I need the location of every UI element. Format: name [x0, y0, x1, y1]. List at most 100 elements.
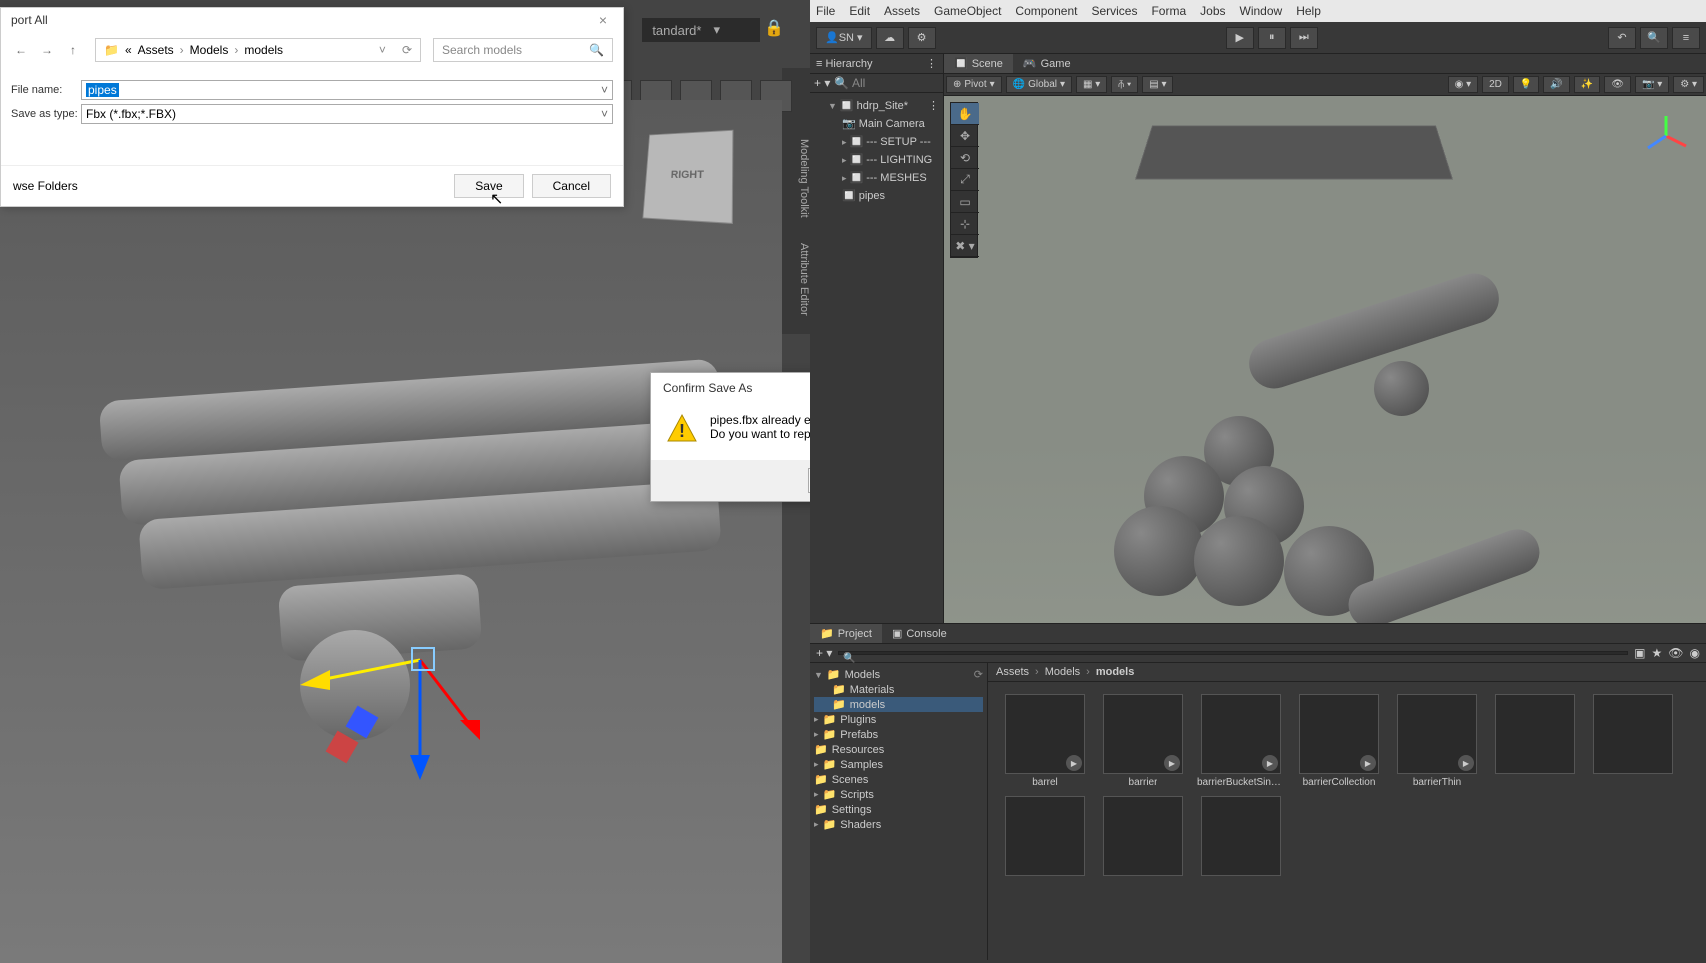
- gizmos-toggle[interactable]: ⚙ ▾: [1673, 76, 1704, 93]
- file-name-input[interactable]: pipes ˅: [81, 80, 613, 100]
- asset-item[interactable]: [1196, 796, 1286, 876]
- asset-item[interactable]: ▶ barrierCollection: [1294, 694, 1384, 788]
- breadcrumb[interactable]: 📁 « Assets › Models › models ˅ ⟳: [95, 38, 421, 62]
- snap-increment[interactable]: ▤ ▾: [1142, 76, 1173, 93]
- rotate-tool[interactable]: ⟲: [951, 147, 979, 169]
- attribute-editor-tab[interactable]: Attribute Editor: [782, 224, 810, 334]
- breadcrumb-models-sub[interactable]: models: [244, 43, 283, 57]
- move-tool[interactable]: ✥: [951, 125, 979, 147]
- camera-settings[interactable]: 📷 ▾: [1635, 76, 1669, 93]
- tree-item[interactable]: ▼📁Models⟳: [814, 667, 983, 682]
- settings-button[interactable]: ⚙: [908, 27, 936, 49]
- nav-up-button[interactable]: ↑: [63, 40, 83, 60]
- menu-component[interactable]: Component: [1015, 4, 1077, 18]
- menu-edit[interactable]: Edit: [849, 4, 870, 18]
- breadcrumb-item[interactable]: models: [1096, 666, 1135, 678]
- save-search-icon[interactable]: ◉: [1690, 646, 1700, 660]
- asset-item[interactable]: ▶ barrier: [1098, 694, 1188, 788]
- asset-item[interactable]: ▶ barrierThin: [1392, 694, 1482, 788]
- chevron-down-icon[interactable]: ˅: [601, 83, 608, 97]
- lighting-toggle[interactable]: 💡: [1513, 76, 1539, 93]
- tree-item[interactable]: ▸📁Shaders: [814, 817, 983, 832]
- more-icon[interactable]: ⋮: [928, 98, 939, 114]
- snap-toggle[interactable]: ⫚ ▾: [1111, 76, 1138, 93]
- hand-tool[interactable]: ✋: [951, 103, 979, 125]
- undo-history-button[interactable]: ↶: [1608, 27, 1636, 49]
- asset-item[interactable]: ▶ barrierBucketSing…: [1196, 694, 1286, 788]
- search-button[interactable]: 🔍: [1640, 27, 1668, 49]
- menu-services[interactable]: Services: [1091, 4, 1137, 18]
- save-as-type-dropdown[interactable]: Fbx (*.fbx;*.FBX) ˅: [81, 104, 613, 124]
- hierarchy-tab[interactable]: ≡ Hierarchy ⋮: [810, 54, 943, 74]
- menu-gameobject[interactable]: GameObject: [934, 4, 1001, 18]
- scene-tab[interactable]: 🔲Scene: [944, 54, 1013, 73]
- transform-gizmo[interactable]: [270, 530, 520, 810]
- menu-forma[interactable]: Forma: [1151, 4, 1186, 18]
- tree-item[interactable]: 📁Resources: [814, 742, 983, 757]
- nav-forward-button[interactable]: →: [37, 40, 57, 60]
- project-search[interactable]: 🔍: [838, 651, 1628, 655]
- tree-item[interactable]: ▸📁Samples: [814, 757, 983, 772]
- orientation-gizmo[interactable]: [1636, 106, 1696, 166]
- cloud-button[interactable]: ☁: [876, 27, 904, 49]
- step-button[interactable]: ⏭: [1290, 27, 1318, 49]
- chevron-down-icon[interactable]: ˅: [379, 43, 386, 57]
- breadcrumb-item[interactable]: Models: [1045, 666, 1080, 678]
- console-tab[interactable]: ▣Console: [882, 624, 957, 643]
- tree-item[interactable]: 📁Materials: [814, 682, 983, 697]
- add-button[interactable]: + ▾: [816, 646, 832, 660]
- save-button[interactable]: Save: [454, 174, 523, 198]
- menu-window[interactable]: Window: [1240, 4, 1283, 18]
- hierarchy-search[interactable]: 🔍 All: [834, 76, 939, 90]
- tree-item[interactable]: 📁Scenes: [814, 772, 983, 787]
- grid-toggle[interactable]: ▦ ▾: [1076, 76, 1107, 93]
- hidden-icon[interactable]: 👁: [1668, 646, 1683, 660]
- global-toggle[interactable]: 🌐 Global ▾: [1006, 76, 1072, 93]
- pivot-toggle[interactable]: ⊕ Pivot ▾: [946, 76, 1002, 93]
- account-button[interactable]: 👤 SN ▾: [816, 27, 872, 49]
- favorite-icon[interactable]: ★: [1652, 646, 1663, 660]
- tree-item[interactable]: 📁Settings: [814, 802, 983, 817]
- lock-icon[interactable]: 🔒: [764, 18, 784, 38]
- filter-icon[interactable]: ▣: [1634, 646, 1645, 660]
- menu-file[interactable]: File: [816, 4, 835, 18]
- hierarchy-item[interactable]: ▸🔲 --- SETUP ---: [814, 133, 939, 151]
- asset-item[interactable]: ▶ barrel: [1000, 694, 1090, 788]
- breadcrumb-item[interactable]: Assets: [996, 666, 1029, 678]
- fx-toggle[interactable]: ✨: [1574, 76, 1600, 93]
- search-input[interactable]: Search models 🔍: [433, 38, 613, 62]
- breadcrumb-models[interactable]: Models: [190, 43, 229, 57]
- menu-jobs[interactable]: Jobs: [1200, 4, 1225, 18]
- project-tab[interactable]: 📁Project: [810, 624, 882, 643]
- hierarchy-item[interactable]: 📷 Main Camera: [814, 115, 939, 133]
- nav-back-button[interactable]: ←: [11, 40, 31, 60]
- asset-item[interactable]: [1098, 796, 1188, 876]
- draw-mode[interactable]: ◉ ▾: [1448, 76, 1479, 93]
- cancel-button[interactable]: Cancel: [532, 174, 611, 198]
- tree-item[interactable]: ▸📁Prefabs: [814, 727, 983, 742]
- browse-folders-link[interactable]: wse Folders: [13, 179, 78, 193]
- tree-item[interactable]: ▸📁Scripts: [814, 787, 983, 802]
- layers-dropdown[interactable]: ≡: [1672, 27, 1700, 49]
- view-cube[interactable]: RIGHT: [642, 130, 733, 224]
- workspace-dropdown[interactable]: tandard* ▾: [642, 18, 760, 42]
- tree-item-selected[interactable]: 📁models: [814, 697, 983, 712]
- rect-tool[interactable]: ▭: [951, 191, 979, 213]
- hierarchy-scene[interactable]: ▼🔲 hdrp_Site* ⋮: [814, 97, 939, 115]
- maya-viewport[interactable]: RIGHT: [0, 100, 782, 963]
- add-button[interactable]: + ▾: [814, 76, 830, 90]
- menu-help[interactable]: Help: [1296, 4, 1321, 18]
- menu-assets[interactable]: Assets: [884, 4, 920, 18]
- pause-button[interactable]: ⏸: [1258, 27, 1286, 49]
- play-button[interactable]: ▶: [1226, 27, 1254, 49]
- asset-item[interactable]: [1588, 694, 1678, 788]
- hierarchy-item[interactable]: ▸🔲 --- MESHES: [814, 169, 939, 187]
- game-tab[interactable]: 🎮Game: [1013, 54, 1081, 73]
- transform-tool[interactable]: ⊹: [951, 213, 979, 235]
- audio-toggle[interactable]: 🔊: [1543, 76, 1569, 93]
- chevron-down-icon[interactable]: ˅: [601, 107, 608, 121]
- asset-item[interactable]: [1490, 694, 1580, 788]
- asset-item[interactable]: [1000, 796, 1090, 876]
- hidden-toggle[interactable]: 👁: [1604, 76, 1631, 93]
- hierarchy-item[interactable]: 🔲 pipes: [814, 187, 939, 205]
